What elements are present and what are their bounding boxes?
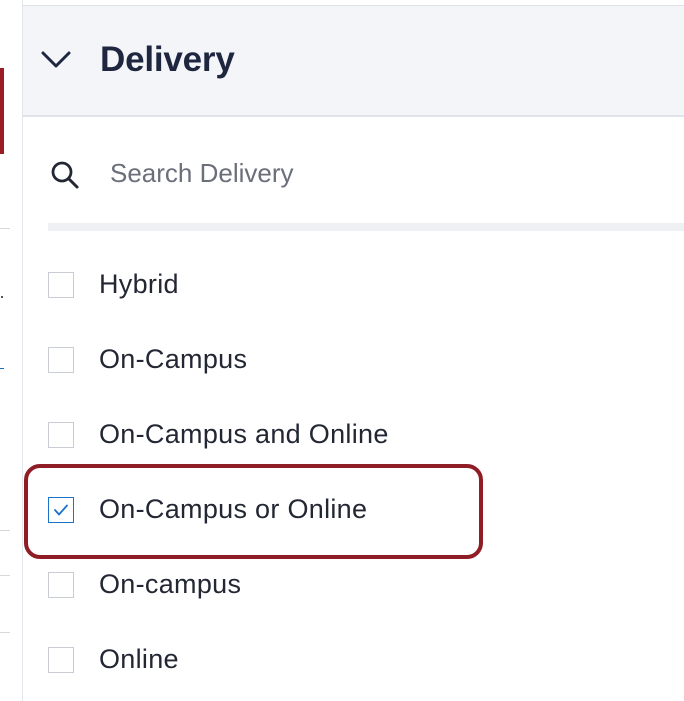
filter-title: Delivery <box>100 40 235 79</box>
option-label: Hybrid <box>99 269 179 299</box>
option-hybrid[interactable]: Hybrid <box>48 247 668 322</box>
option-online[interactable]: Online <box>48 622 668 697</box>
delivery-filter-header[interactable]: Delivery <box>23 6 684 117</box>
option-label: Online <box>99 644 179 674</box>
option-label: On-Campus and Online <box>99 419 389 449</box>
option-on-campus-and-online[interactable]: On-Campus and Online <box>48 397 668 472</box>
option-on-campus[interactable]: On-Campus <box>48 322 668 397</box>
search-field <box>48 145 684 205</box>
checkbox[interactable] <box>48 346 74 373</box>
left-divider-line <box>0 632 10 633</box>
chevron-down-icon[interactable] <box>41 50 71 70</box>
checkbox[interactable] <box>48 571 74 598</box>
left-column-fragment <box>0 0 22 701</box>
left-link-fragment[interactable] <box>0 346 4 369</box>
page: Delivery Hybrid On-Campus On-Campus and … <box>0 0 684 701</box>
search-input[interactable] <box>110 153 670 193</box>
left-divider-line <box>0 575 10 576</box>
selection-highlight-annotation <box>24 464 483 559</box>
delivery-filter-panel: Delivery Hybrid On-Campus On-Campus and … <box>23 0 684 701</box>
left-divider-line <box>0 530 10 531</box>
option-label: On-campus <box>99 569 242 599</box>
left-divider-line <box>0 228 10 229</box>
left-active-indicator <box>0 68 4 154</box>
search-icon <box>51 161 79 189</box>
checkbox[interactable] <box>48 421 74 448</box>
search-underline <box>48 223 684 231</box>
left-text-fragment <box>1 296 3 298</box>
checkbox[interactable] <box>48 646 74 673</box>
option-label: On-Campus <box>99 344 248 374</box>
checkbox[interactable] <box>48 271 74 298</box>
